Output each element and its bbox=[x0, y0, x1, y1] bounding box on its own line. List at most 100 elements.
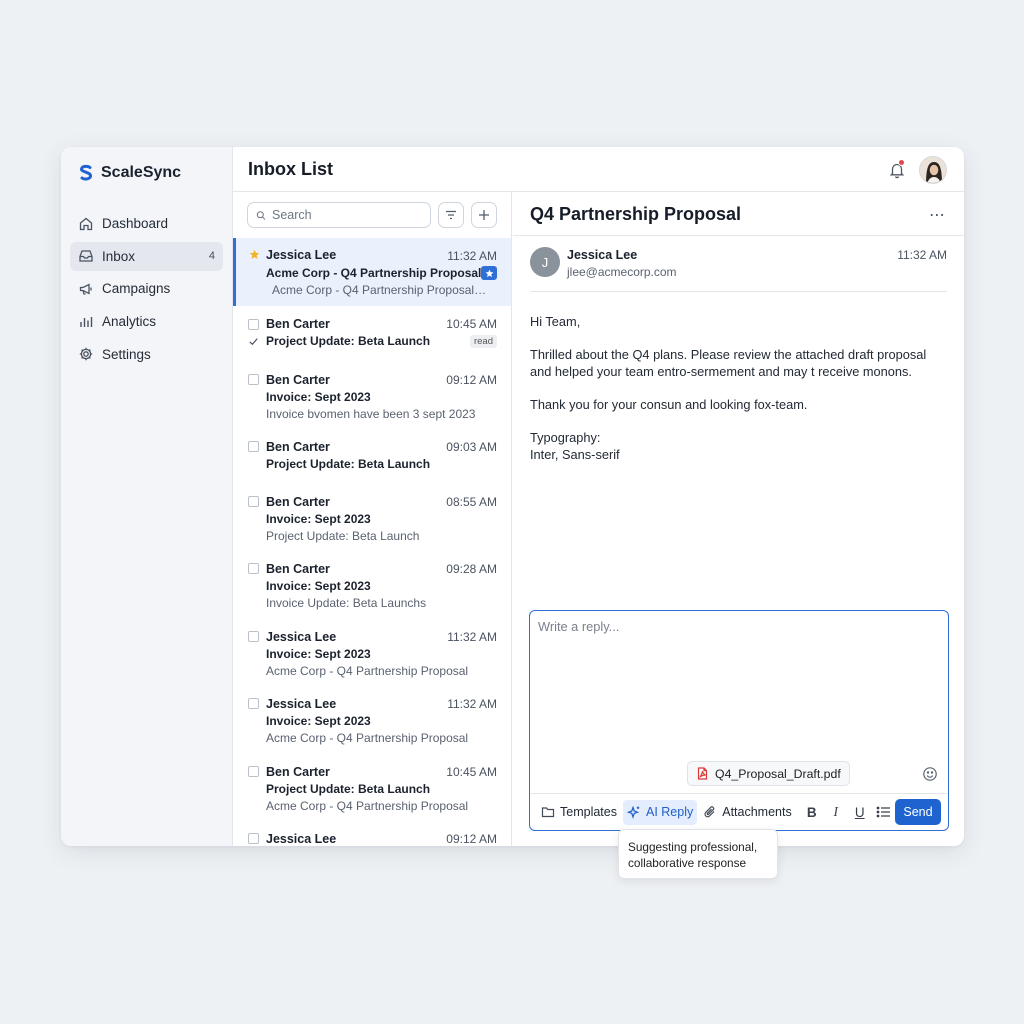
message-row[interactable]: Ben Carter 09:12 AM Invoice: Sept 2023 I… bbox=[233, 362, 511, 429]
search-input[interactable] bbox=[272, 208, 422, 222]
pdf-file-icon bbox=[697, 767, 708, 780]
inbox-count-badge: 4 bbox=[208, 250, 215, 263]
sidebar: ScaleSync Dashboard Inbox 4 Campaigns An… bbox=[61, 147, 233, 846]
underline-button[interactable]: U bbox=[848, 805, 872, 820]
message-preview: Acme Corp - Q4 Partnership Proposal bbox=[266, 664, 469, 678]
compose-button[interactable] bbox=[471, 202, 497, 228]
bullet-list-icon[interactable] bbox=[876, 805, 892, 819]
message-list: Jessica Lee 11:32 AM Acme Corp - Q4 Part… bbox=[233, 238, 511, 846]
email-paragraph: Thrilled about the Q4 plans. Please revi… bbox=[530, 347, 927, 379]
select-checkbox[interactable] bbox=[248, 631, 259, 642]
reply-composer: Q4_Proposal_Draft.pdf Templates AI Reply… bbox=[529, 610, 949, 831]
email-body: Hi Team, Thrilled about the Q4 plans. Pl… bbox=[530, 313, 947, 479]
scalesync-logo-icon bbox=[80, 164, 92, 181]
brand[interactable]: ScaleSync bbox=[77, 164, 181, 182]
sender-email[interactable]: jlee@acmecorp.com bbox=[567, 265, 677, 279]
select-checkbox[interactable] bbox=[248, 374, 259, 385]
message-row[interactable]: Ben Carter 09:03 AM Project Update: Beta… bbox=[233, 429, 511, 484]
notification-dot bbox=[898, 159, 905, 166]
attachments-label: Attachments bbox=[722, 805, 792, 819]
sidebar-item-campaigns[interactable]: Campaigns bbox=[70, 274, 223, 303]
message-subject: Invoice: Sept 2023 bbox=[266, 714, 371, 728]
attachment-chip[interactable]: Q4_Proposal_Draft.pdf bbox=[687, 761, 850, 786]
message-preview: Acme Corp - Q4 Partnership Proposal bbox=[266, 731, 469, 745]
message-row[interactable]: Ben Carter 10:45 AM Project Update: Beta… bbox=[233, 754, 511, 821]
emoji-icon[interactable] bbox=[922, 766, 938, 782]
select-checkbox[interactable] bbox=[248, 496, 259, 507]
sidebar-nav: Dashboard Inbox 4 Campaigns Analytics Se… bbox=[70, 209, 223, 372]
sender-avatar: J bbox=[530, 247, 560, 277]
email-paragraph: Hi Team, bbox=[530, 314, 581, 329]
sender-name: Jessica Lee bbox=[567, 248, 638, 262]
message-preview: Project Update: Beta Launch bbox=[266, 529, 420, 543]
select-checkbox[interactable] bbox=[248, 766, 259, 777]
message-row[interactable]: Ben Carter 10:45 AM Project Update: Beta… bbox=[233, 306, 511, 362]
top-header: Inbox List bbox=[233, 147, 964, 192]
message-time: 11:32 AM bbox=[447, 697, 497, 711]
message-row[interactable]: Jessica Lee 09:12 AM bbox=[233, 821, 511, 846]
email-subject-title: Q4 Partnership Proposal bbox=[530, 204, 742, 224]
message-sender: Ben Carter bbox=[266, 440, 330, 454]
star-icon bbox=[485, 269, 493, 277]
message-time: 08:55 AM bbox=[446, 495, 497, 509]
message-row[interactable]: Jessica Lee 11:32 AM Invoice: Sept 2023 … bbox=[233, 686, 511, 754]
message-row[interactable]: Jessica Lee 11:32 AM Acme Corp - Q4 Part… bbox=[233, 238, 511, 306]
email-paragraph: Thank you for your consun and looking fo… bbox=[530, 397, 808, 412]
sidebar-item-label: Analytics bbox=[102, 314, 157, 330]
templates-button[interactable]: Templates bbox=[537, 800, 621, 825]
email-time: 11:32 AM bbox=[897, 248, 947, 262]
message-preview: Acme Corp - Q4 Partnership Proposal ... bbox=[272, 283, 487, 297]
message-time: 09:03 AM bbox=[446, 440, 497, 454]
sender-info: J Jessica Lee jlee@acmecorp.com 11:32 AM bbox=[530, 247, 947, 292]
read-badge: read bbox=[469, 335, 497, 348]
message-time: 10:45 AM bbox=[446, 765, 497, 779]
message-sender: Ben Carter bbox=[266, 495, 330, 509]
message-row[interactable]: Ben Carter 09:28 AM Invoice: Sept 2023 I… bbox=[233, 551, 511, 619]
select-checkbox[interactable] bbox=[248, 833, 259, 844]
user-avatar-image bbox=[920, 157, 946, 183]
message-subject: Project Update: Beta Launch bbox=[266, 457, 431, 471]
more-options-icon[interactable]: ⋯ bbox=[929, 205, 946, 225]
bar-chart-icon bbox=[80, 316, 93, 327]
italic-button[interactable]: I bbox=[824, 804, 848, 820]
bold-button[interactable]: B bbox=[800, 805, 824, 820]
home-icon bbox=[79, 217, 93, 230]
message-subject: Invoice: Sept 2023 bbox=[266, 647, 371, 661]
star-icon[interactable] bbox=[249, 249, 260, 260]
select-checkbox[interactable] bbox=[248, 698, 259, 709]
paperclip-icon bbox=[704, 806, 715, 818]
message-time: 09:12 AM bbox=[446, 373, 497, 387]
message-preview: Invoice bvomen have been 3 sept 2023 bbox=[266, 407, 476, 421]
page-title: Inbox List bbox=[248, 159, 333, 179]
message-preview: Invoice Update: Beta Launchs bbox=[266, 596, 427, 610]
sidebar-item-analytics[interactable]: Analytics bbox=[70, 307, 223, 336]
reading-pane: Q4 Partnership Proposal ⋯ J Jessica Lee … bbox=[513, 192, 964, 846]
ai-reply-tooltip: Suggesting professional, collaborative r… bbox=[618, 829, 778, 879]
message-time: 09:12 AM bbox=[446, 832, 497, 846]
message-row[interactable]: Jessica Lee 11:32 AM Invoice: Sept 2023 … bbox=[233, 619, 511, 686]
sidebar-item-settings[interactable]: Settings bbox=[70, 340, 223, 369]
search-box[interactable] bbox=[247, 202, 431, 228]
message-subject: Project Update: Beta Launch bbox=[266, 334, 431, 348]
folder-icon bbox=[541, 807, 555, 818]
message-sender: Jessica Lee bbox=[266, 630, 337, 644]
select-checkbox[interactable] bbox=[248, 319, 259, 330]
reply-textarea[interactable] bbox=[538, 619, 938, 749]
attachment-filename: Q4_Proposal_Draft.pdf bbox=[715, 766, 841, 781]
select-checkbox[interactable] bbox=[248, 441, 259, 452]
sidebar-item-dashboard[interactable]: Dashboard bbox=[70, 209, 223, 238]
select-checkbox[interactable] bbox=[248, 563, 259, 574]
send-button[interactable]: Send bbox=[895, 799, 941, 825]
filter-button[interactable] bbox=[438, 202, 464, 228]
message-sender: Ben Carter bbox=[266, 373, 330, 387]
message-row[interactable]: Ben Carter 08:55 AM Invoice: Sept 2023 P… bbox=[233, 484, 511, 551]
sidebar-item-label: Inbox bbox=[102, 248, 136, 264]
attachments-button[interactable]: Attachments bbox=[699, 800, 795, 825]
sidebar-item-inbox[interactable]: Inbox 4 bbox=[70, 241, 223, 271]
sidebar-item-label: Campaigns bbox=[102, 281, 171, 297]
composer-toolbar: Templates AI Reply Attachments B I U Sen… bbox=[530, 793, 948, 830]
email-paragraph: Typography: Inter, Sans-serif bbox=[530, 430, 620, 462]
flag-badge bbox=[481, 266, 497, 280]
ai-reply-button[interactable]: AI Reply bbox=[622, 799, 698, 825]
user-avatar[interactable] bbox=[919, 156, 947, 184]
